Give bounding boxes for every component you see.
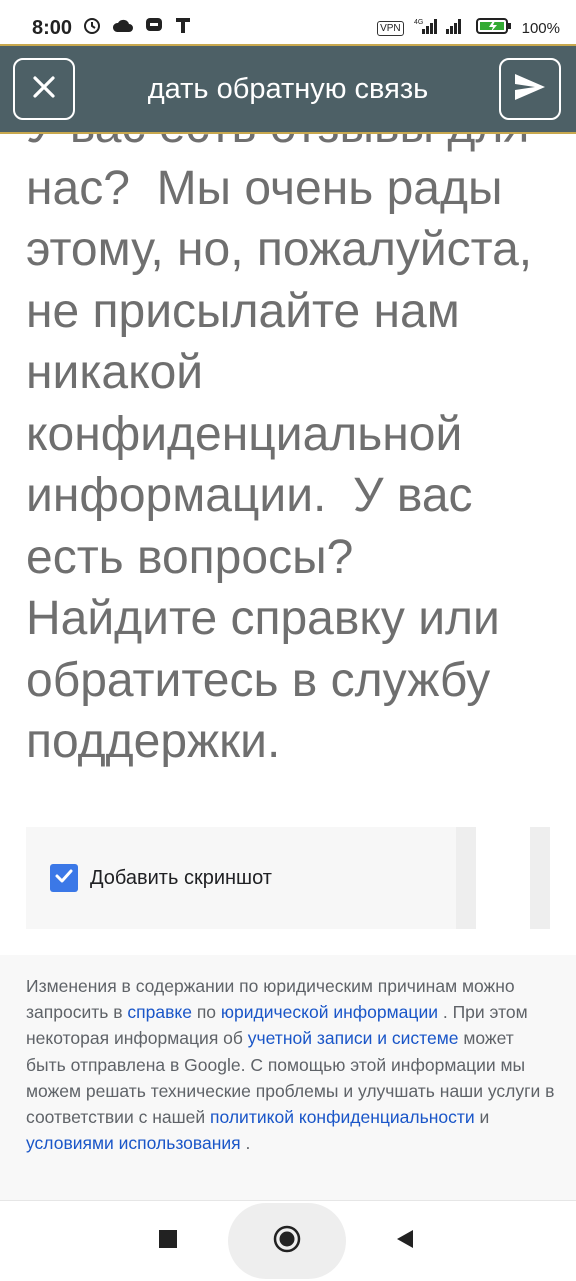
recents-button[interactable] xyxy=(150,1223,186,1259)
back-button[interactable] xyxy=(387,1223,423,1259)
back-icon xyxy=(394,1228,416,1255)
status-time: 8:00 xyxy=(32,16,73,39)
home-icon xyxy=(272,1224,302,1259)
legal-text-part: по xyxy=(191,1002,221,1023)
close-icon xyxy=(30,73,58,106)
network-type: 4G xyxy=(414,19,423,26)
checkmark-icon xyxy=(53,865,75,892)
signal-icon: 4G xyxy=(414,17,466,39)
feedback-message: У вас есть отзывы для нас? Мы очень рады… xyxy=(26,100,533,768)
close-button[interactable] xyxy=(13,58,75,120)
help-link[interactable]: справке xyxy=(127,1002,192,1022)
legal-text-part: . xyxy=(240,1133,251,1154)
legal-text: Изменения в содержании по юридическим пр… xyxy=(26,973,558,1156)
home-button[interactable] xyxy=(269,1223,305,1259)
battery-icon xyxy=(475,17,512,39)
system-nav-bar xyxy=(0,1200,576,1281)
send-icon xyxy=(513,72,547,107)
privacy-policy-link[interactable]: политикой конфиденциальности xyxy=(210,1107,475,1127)
battery-level: 100% xyxy=(521,19,560,37)
app-bar: дать обратную связь xyxy=(0,44,576,134)
add-screenshot-checkbox[interactable] xyxy=(50,864,78,892)
send-button[interactable] xyxy=(499,58,561,120)
screenshot-preview-strip xyxy=(456,827,476,929)
chat-icon xyxy=(144,15,164,41)
t-icon xyxy=(174,15,192,41)
legal-footer: Изменения в содержании по юридическим пр… xyxy=(0,955,576,1200)
add-screenshot-label: Добавить скриншот xyxy=(90,866,272,889)
legal-text-part: и xyxy=(474,1107,490,1128)
vpn-badge: VPN xyxy=(377,20,404,36)
add-screenshot-row[interactable]: Добавить скриншот xyxy=(26,827,456,929)
legal-info-link[interactable]: юридической информации xyxy=(221,1002,438,1022)
cloud-icon xyxy=(112,17,134,40)
account-system-link[interactable]: учетной записи и системе xyxy=(248,1028,459,1048)
screenshot-preview-strip xyxy=(530,827,550,929)
recents-icon xyxy=(158,1229,178,1254)
terms-link[interactable]: условиями использования xyxy=(26,1133,241,1153)
page-title: дать обратную связь xyxy=(147,72,429,105)
alarm-icon xyxy=(82,15,102,41)
